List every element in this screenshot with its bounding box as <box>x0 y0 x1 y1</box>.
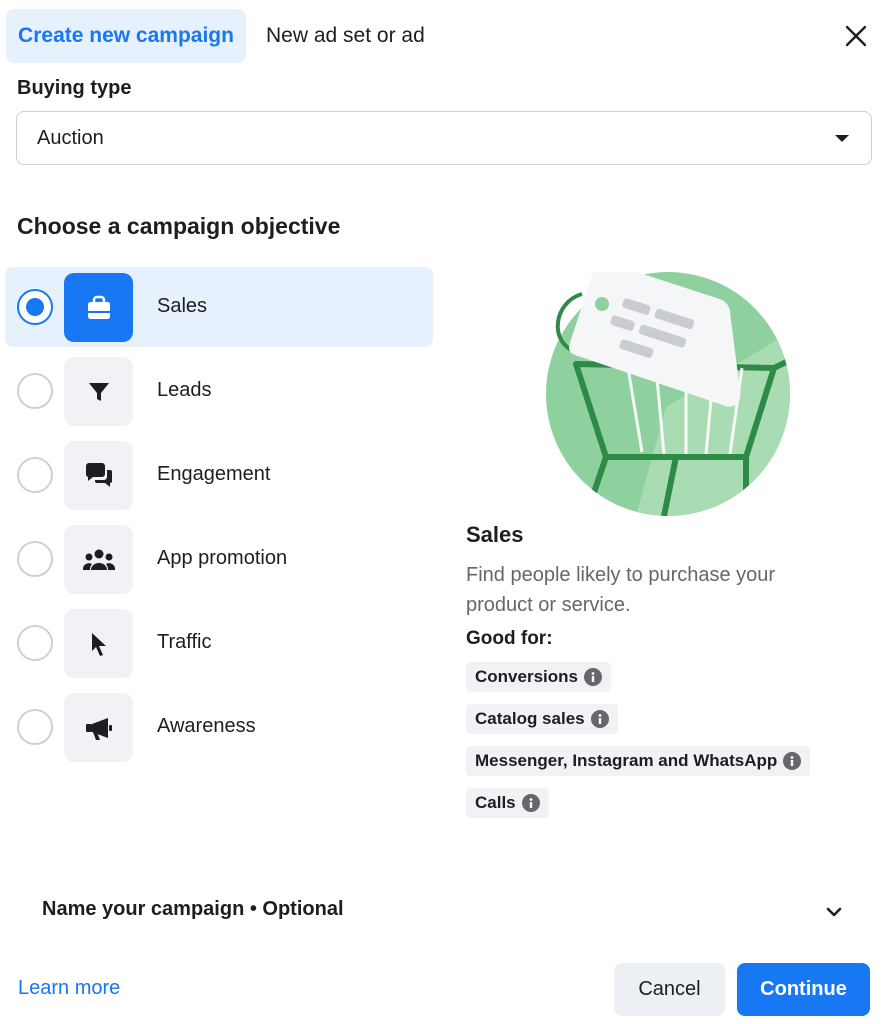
sales-illustration <box>546 261 790 516</box>
buying-type-select[interactable]: Auction <box>16 111 872 165</box>
objective-heading: Choose a campaign objective <box>17 213 341 239</box>
objective-option-sales[interactable]: Sales <box>5 267 433 347</box>
chevron-down-icon <box>824 902 844 922</box>
objective-option-app-promotion[interactable]: App promotion <box>5 519 433 599</box>
info-icon[interactable] <box>521 794 540 812</box>
name-campaign-toggle[interactable]: Name your campaign • Optional <box>42 898 844 928</box>
info-icon[interactable] <box>583 668 602 686</box>
name-campaign-label: Name your campaign • Optional <box>42 898 344 920</box>
objective-label: Traffic <box>157 631 212 653</box>
continue-button[interactable]: Continue <box>737 963 870 1016</box>
objective-label: Awareness <box>157 715 256 737</box>
tab-bar: Create new campaign New ad set or ad <box>6 9 888 63</box>
radio-button[interactable] <box>17 709 53 745</box>
objective-option-leads[interactable]: Leads <box>5 351 433 431</box>
info-icon[interactable] <box>783 752 802 770</box>
good-for-chip: Catalog sales <box>466 704 618 734</box>
chat-bubbles-icon <box>64 441 133 510</box>
objective-label: Engagement <box>157 463 271 485</box>
cursor-icon <box>64 609 133 678</box>
good-for-label: Good for: <box>466 628 553 649</box>
info-icon[interactable] <box>590 710 609 728</box>
buying-type-value: Auction <box>37 126 104 149</box>
objective-option-engagement[interactable]: Engagement <box>5 435 433 515</box>
people-icon <box>64 525 133 594</box>
cancel-button[interactable]: Cancel <box>614 963 725 1016</box>
detail-title: Sales <box>466 522 524 547</box>
good-for-chip: Messenger, Instagram and WhatsApp <box>466 746 811 776</box>
funnel-icon <box>64 357 133 426</box>
close-icon[interactable] <box>842 22 870 50</box>
objective-option-awareness[interactable]: Awareness <box>5 687 433 767</box>
detail-description: Find people likely to purchase your prod… <box>466 564 776 616</box>
good-for-chip: Conversions <box>466 662 611 692</box>
objective-detail-panel: Sales Find people likely to purchase you… <box>466 522 866 830</box>
objective-label: Sales <box>157 295 208 317</box>
radio-button[interactable] <box>17 541 53 577</box>
chip-label: Conversions <box>475 667 578 686</box>
tab-create-new-campaign[interactable]: Create new campaign <box>6 9 246 63</box>
good-for-chip: Calls <box>466 788 549 818</box>
objective-list: Sales Leads Engagement App promotion Tra… <box>5 267 433 771</box>
radio-button[interactable] <box>17 625 53 661</box>
chip-label: Messenger, Instagram and WhatsApp <box>475 751 778 770</box>
megaphone-icon <box>64 693 133 762</box>
shopping-bag-icon <box>64 273 133 342</box>
learn-more-link[interactable]: Learn more <box>18 977 120 1000</box>
objective-label: Leads <box>157 379 212 401</box>
objective-option-traffic[interactable]: Traffic <box>5 603 433 683</box>
radio-button[interactable] <box>17 289 53 325</box>
radio-button[interactable] <box>17 373 53 409</box>
buying-type-label: Buying type <box>17 77 132 99</box>
chip-label: Calls <box>475 793 516 812</box>
objective-label: App promotion <box>157 547 288 569</box>
caret-down-icon <box>835 135 849 142</box>
radio-button[interactable] <box>17 457 53 493</box>
chip-label: Catalog sales <box>475 709 585 728</box>
tab-new-ad-set-or-ad[interactable]: New ad set or ad <box>266 9 425 63</box>
